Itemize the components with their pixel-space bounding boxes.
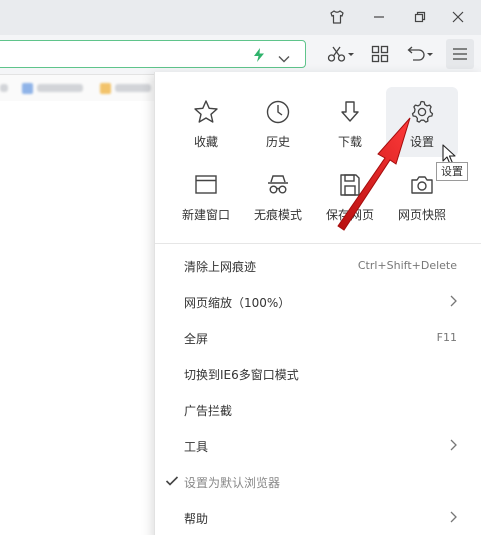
lightning-icon[interactable] [253, 47, 265, 66]
settings-tooltip: 设置 [436, 162, 468, 181]
menu-favorites-label: 收藏 [193, 135, 218, 149]
clock-icon [263, 97, 293, 127]
menu-download[interactable]: 下载 [314, 87, 386, 157]
incognito-icon [263, 170, 293, 200]
chevron-right-icon [450, 295, 457, 307]
hamburger-icon[interactable] [446, 39, 474, 69]
menu-save-page[interactable]: 保存网页 [314, 160, 386, 230]
menu-new-window[interactable]: 新建窗口 [170, 160, 242, 230]
menu-item-shortcut: F11 [436, 331, 457, 344]
bookmark-item[interactable] [22, 82, 83, 94]
menu-item-tools[interactable]: 工具 [155, 428, 481, 464]
grid-icon[interactable] [366, 39, 394, 69]
menu-save-page-label: 保存网页 [325, 208, 374, 222]
restore-icon[interactable] [405, 2, 435, 32]
menu-incognito[interactable]: 无痕模式 [242, 160, 314, 230]
menu-item-label: 广告拦截 [184, 404, 233, 418]
toolbar [0, 35, 481, 75]
menu-item-label: 设置为默认浏览器 [184, 476, 281, 490]
bookmark-icon [22, 82, 33, 94]
menu-item-fullscreen[interactable]: 全屏 F11 [155, 320, 481, 356]
checkmark-icon [165, 476, 179, 486]
menu-item-help[interactable]: 帮助 [155, 500, 481, 535]
menu-history-label: 历史 [265, 135, 290, 149]
menu-item-adblock[interactable]: 广告拦截 [155, 392, 481, 428]
new-window-icon [191, 170, 221, 200]
chevron-down-icon[interactable] [278, 49, 290, 68]
chevron-right-icon [450, 511, 457, 523]
undo-icon[interactable] [404, 39, 436, 69]
menu-incognito-label: 无痕模式 [253, 208, 302, 222]
scissors-icon[interactable] [325, 39, 357, 69]
menu-divider [155, 243, 481, 244]
menu-item-shortcut: Ctrl+Shift+Delete [357, 259, 457, 272]
bookmark-item[interactable] [0, 82, 8, 94]
main-menu: 收藏 历史 下载 设置 新建窗口 无痕模式 保存网页 网页快照 清除上网痕迹 C… [154, 72, 481, 535]
menu-item-label: 工具 [184, 440, 209, 454]
menu-item-label: 帮助 [184, 512, 209, 526]
menu-item-default-browser[interactable]: 设置为默认浏览器 [155, 464, 481, 500]
menu-settings-label: 设置 [409, 135, 434, 149]
minimize-icon[interactable] [364, 2, 394, 32]
close-icon[interactable] [443, 2, 473, 32]
chevron-right-icon [450, 439, 457, 451]
camera-icon [407, 170, 437, 200]
address-bar[interactable] [0, 40, 306, 68]
bookmark-item[interactable] [100, 82, 151, 94]
menu-item-label: 清除上网痕迹 [184, 260, 257, 274]
menu-new-window-label: 新建窗口 [181, 208, 230, 222]
bookmark-icon [100, 82, 111, 94]
gear-icon [407, 97, 437, 127]
menu-item-label: 网页缩放（100%） [184, 296, 291, 310]
menu-history[interactable]: 历史 [242, 87, 314, 157]
menu-snapshot-label: 网页快照 [397, 208, 446, 222]
menu-download-label: 下载 [337, 135, 362, 149]
menu-item-label: 切换到IE6多窗口模式 [184, 368, 299, 382]
menu-item-ie6-mode[interactable]: 切换到IE6多窗口模式 [155, 356, 481, 392]
menu-item-zoom[interactable]: 网页缩放（100%） [155, 284, 481, 320]
menu-item-clear-history[interactable]: 清除上网痕迹 Ctrl+Shift+Delete [155, 248, 481, 284]
save-icon [335, 170, 365, 200]
download-icon [335, 97, 365, 127]
menu-favorites[interactable]: 收藏 [170, 87, 242, 157]
title-bar [0, 0, 481, 35]
star-icon [191, 97, 221, 127]
tshirt-icon[interactable] [322, 2, 352, 32]
menu-item-label: 全屏 [184, 332, 209, 346]
